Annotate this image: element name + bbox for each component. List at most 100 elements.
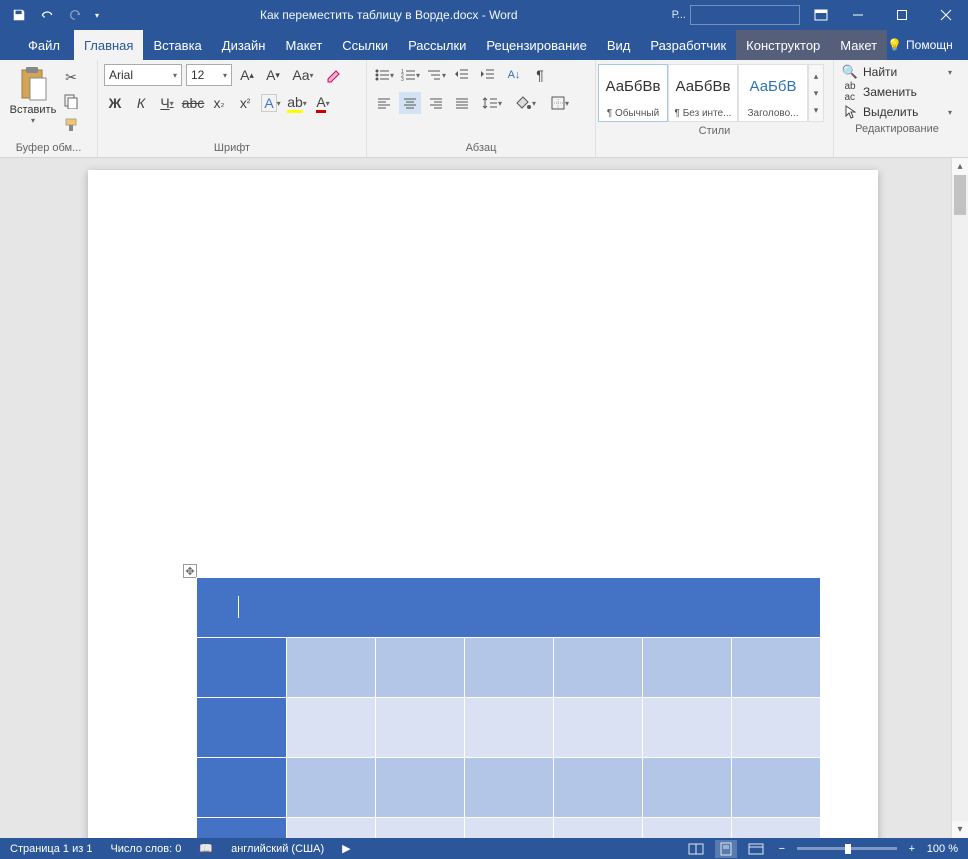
paste-button[interactable]: Вставить ▾ <box>6 64 60 125</box>
superscript-button[interactable]: x² <box>234 92 256 114</box>
close-button[interactable] <box>924 0 968 30</box>
save-button[interactable] <box>6 2 32 28</box>
subscript-button[interactable]: x₂ <box>208 92 230 114</box>
ribbon-tabs: Файл Главная Вставка Дизайн Макет Ссылки… <box>0 30 968 60</box>
zoom-slider-thumb[interactable] <box>845 844 851 854</box>
tab-review[interactable]: Рецензирование <box>476 30 596 60</box>
zoom-in-button[interactable]: + <box>905 843 919 855</box>
grow-font-button[interactable]: A▴ <box>236 64 258 86</box>
zoom-level[interactable]: 100 % <box>927 843 958 855</box>
change-case-button[interactable]: Aa▾ <box>288 64 318 86</box>
show-marks-button[interactable]: ¶ <box>529 64 551 86</box>
sort-button[interactable]: А↓ <box>503 64 525 86</box>
redo-button[interactable] <box>62 2 88 28</box>
tell-me-input[interactable]: 💡 Помощн <box>887 38 953 52</box>
group-editing: 🔍Найти▾ abacЗаменить Выделить▾ Редактиро… <box>834 60 960 157</box>
justify-button[interactable] <box>451 92 473 114</box>
tab-table-design[interactable]: Конструктор <box>736 30 830 60</box>
shrink-font-button[interactable]: A▾ <box>262 64 284 86</box>
tab-design[interactable]: Дизайн <box>212 30 276 60</box>
tab-file[interactable]: Файл <box>14 30 74 60</box>
numbering-button[interactable]: 123▾ <box>399 64 421 86</box>
highlight-button[interactable]: ab▾ <box>286 92 308 114</box>
font-size-combo[interactable]: 12▾ <box>186 64 232 86</box>
italic-button[interactable]: К <box>130 92 152 114</box>
tab-insert[interactable]: Вставка <box>143 30 211 60</box>
tab-references[interactable]: Ссылки <box>332 30 398 60</box>
font-name-combo[interactable]: Arial▾ <box>104 64 182 86</box>
format-painter-button[interactable] <box>62 116 80 134</box>
table-row[interactable] <box>197 758 821 818</box>
user-box[interactable] <box>690 5 800 25</box>
replace-button[interactable]: abacЗаменить <box>842 84 952 100</box>
user-label[interactable]: Р... <box>668 9 690 21</box>
select-button[interactable]: Выделить▾ <box>842 104 952 120</box>
undo-button[interactable] <box>34 2 60 28</box>
status-page[interactable]: Страница 1 из 1 <box>10 843 92 855</box>
styles-gallery-more[interactable]: ▴▾▾ <box>808 64 824 122</box>
style-name: ¶ Без инте... <box>669 108 737 121</box>
table-row[interactable] <box>197 638 821 698</box>
group-styles-label: Стили <box>596 122 833 140</box>
status-word-count[interactable]: Число слов: 0 <box>110 843 181 855</box>
table-header-row[interactable] <box>197 578 821 638</box>
table-move-handle[interactable]: ✥ <box>183 564 197 578</box>
tab-view[interactable]: Вид <box>597 30 641 60</box>
table-row[interactable] <box>197 818 821 839</box>
style-normal[interactable]: АаБбВв ¶ Обычный <box>598 64 668 122</box>
copy-button[interactable] <box>62 92 80 110</box>
view-print-button[interactable] <box>715 840 737 858</box>
increase-indent-button[interactable] <box>477 64 499 86</box>
table-row[interactable] <box>197 698 821 758</box>
scroll-thumb[interactable] <box>954 175 966 215</box>
borders-button[interactable]: ▾ <box>545 92 575 114</box>
tab-developer[interactable]: Разработчик <box>640 30 736 60</box>
decrease-indent-button[interactable] <box>451 64 473 86</box>
tab-home[interactable]: Главная <box>74 30 143 60</box>
multilevel-button[interactable]: ▾ <box>425 64 447 86</box>
group-clipboard: Вставить ▾ ✂ Буфер обм... <box>0 60 98 157</box>
strikethrough-button[interactable]: abc <box>182 92 204 114</box>
vertical-scrollbar[interactable]: ▴ ▾ <box>951 158 968 838</box>
status-language[interactable]: английский (США) <box>231 843 324 855</box>
tab-layout[interactable]: Макет <box>275 30 332 60</box>
bullets-button[interactable]: ▾ <box>373 64 395 86</box>
shading-button[interactable]: ▾ <box>511 92 541 114</box>
qat-customize-button[interactable]: ▾ <box>90 2 104 28</box>
tell-me-label: Помощн <box>906 38 953 52</box>
cut-button[interactable]: ✂ <box>62 68 80 86</box>
view-read-button[interactable] <box>685 840 707 858</box>
ribbon-display-options-button[interactable] <box>806 0 836 30</box>
align-left-button[interactable] <box>373 92 395 114</box>
group-paragraph-label: Абзац <box>367 139 595 157</box>
zoom-out-button[interactable]: − <box>775 843 789 855</box>
tab-mailings[interactable]: Рассылки <box>398 30 476 60</box>
bold-button[interactable]: Ж <box>104 92 126 114</box>
title-bar: ▾ Как переместить таблицу в Ворде.docx -… <box>0 0 968 30</box>
align-center-button[interactable] <box>399 92 421 114</box>
align-right-button[interactable] <box>425 92 447 114</box>
style-heading1[interactable]: АаБбВ Заголово... <box>738 64 808 122</box>
font-color-button[interactable]: A▾ <box>312 92 334 114</box>
group-clipboard-label: Буфер обм... <box>0 139 97 157</box>
text-effects-button[interactable]: A▾ <box>260 92 282 114</box>
group-editing-label: Редактирование <box>834 120 960 138</box>
scroll-down-button[interactable]: ▾ <box>952 821 968 838</box>
scroll-up-button[interactable]: ▴ <box>952 158 968 175</box>
underline-button[interactable]: Ч▾ <box>156 92 178 114</box>
clear-formatting-button[interactable] <box>322 64 344 86</box>
status-proof-icon[interactable]: 📖 <box>199 842 213 855</box>
find-button[interactable]: 🔍Найти▾ <box>842 64 952 80</box>
document-table[interactable] <box>196 577 821 838</box>
status-macro-icon[interactable]: ▶ <box>342 842 350 855</box>
style-name: ¶ Обычный <box>599 108 667 121</box>
zoom-slider[interactable] <box>797 847 897 850</box>
line-spacing-button[interactable]: ▾ <box>477 92 507 114</box>
share-icon[interactable] <box>963 37 968 53</box>
maximize-button[interactable] <box>880 0 924 30</box>
view-web-button[interactable] <box>745 840 767 858</box>
minimize-button[interactable] <box>836 0 880 30</box>
tab-table-layout[interactable]: Макет <box>830 30 887 60</box>
style-no-spacing[interactable]: АаБбВв ¶ Без инте... <box>668 64 738 122</box>
lightbulb-icon: 💡 <box>887 38 902 52</box>
